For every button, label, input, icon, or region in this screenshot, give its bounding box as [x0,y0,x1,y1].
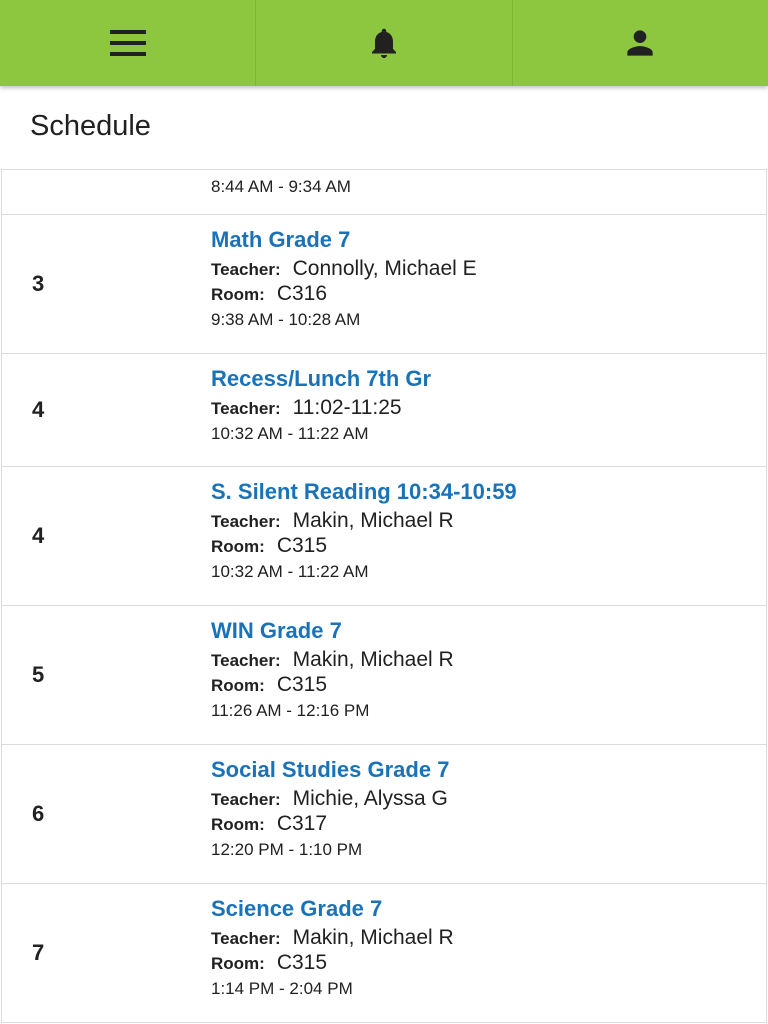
class-time: 11:26 AM - 12:16 PM [211,701,370,720]
period-number: 4 [32,397,45,422]
teacher-line: Teacher: Makin, Michael R [211,507,517,534]
teacher-name: Makin, Michael R [292,648,454,671]
schedule-row: 4 Recess/Lunch 7th Gr Teacher: 11:02-11:2… [1,354,767,467]
room-line: Room: C315 [211,671,454,698]
room-number: C315 [276,951,328,974]
teacher-label: Teacher: [211,651,281,670]
room-label: Room: [211,815,265,834]
teacher-line: Teacher: Michie, Alyssa G [211,785,449,812]
teacher-name: Connolly, Michael E [292,257,477,280]
class-time: 10:32 AM - 11:22 AM [211,562,369,581]
schedule-row: 4 S. Silent Reading 10:34-10:59 Teacher:… [1,467,767,606]
teacher-name: 11:02-11:25 [292,396,402,419]
room-label: Room: [211,537,265,556]
room-number: C316 [276,282,328,305]
room-label: Room: [211,676,265,695]
teacher-name: Makin, Michael R [292,509,454,532]
teacher-name: Makin, Michael R [292,926,454,949]
room-line: Room: C315 [211,949,454,976]
room-line: Room: C317 [211,810,449,837]
class-time: 1:14 PM - 2:04 PM [211,979,353,998]
schedule-row: 7 Science Grade 7 Teacher: Makin, Michael… [1,884,767,1023]
room-number: C315 [276,673,328,696]
course-link[interactable]: S. Silent Reading 10:34-10:59 [211,479,517,507]
course-link[interactable]: Science Grade 7 [211,896,454,924]
notifications-button[interactable] [256,0,513,86]
menu-icon [109,30,146,56]
teacher-line: Teacher: 11:02-11:25 [211,394,431,421]
period-number: 4 [32,523,45,548]
menu-button[interactable] [0,0,257,86]
schedule-list: 8:44 AM - 9:34 AM 3 Math Grade 7 Teacher… [1,169,767,1023]
room-line: Room: C315 [211,532,517,559]
schedule-row: 6 Social Studies Grade 7 Teacher: Michie,… [1,745,767,884]
class-time: 12:20 PM - 1:10 PM [211,840,363,859]
room-label: Room: [211,285,265,304]
room-number: C315 [276,534,328,557]
class-time: 9:38 AM - 10:28 AM [211,310,361,329]
teacher-label: Teacher: [211,399,281,418]
class-time: 10:32 AM - 11:22 AM [211,424,369,443]
period-number: 6 [32,801,45,826]
schedule-row-partial: 8:44 AM - 9:34 AM [1,170,767,215]
account-button[interactable] [513,0,768,86]
schedule-row: 3 Math Grade 7 Teacher: Connolly, Michael… [1,215,767,354]
schedule-row: 5 WIN Grade 7 Teacher: Makin, Michael R R… [1,606,767,745]
teacher-line: Teacher: Connolly, Michael E [211,255,477,282]
class-time: 8:44 AM - 9:34 AM [211,177,351,196]
course-link[interactable]: Social Studies Grade 7 [211,757,449,785]
course-link[interactable]: WIN Grade 7 [211,618,454,646]
room-line: Room: C316 [211,280,477,307]
teacher-line: Teacher: Makin, Michael R [211,646,454,673]
top-navigation-bar [0,0,768,86]
teacher-label: Teacher: [211,512,281,531]
period-number: 5 [32,662,45,687]
teacher-label: Teacher: [211,929,281,948]
course-link[interactable]: Recess/Lunch 7th Gr [211,366,431,394]
bell-icon [371,28,396,58]
course-link[interactable]: Math Grade 7 [211,227,477,255]
teacher-name: Michie, Alyssa G [292,787,448,810]
user-icon [627,30,653,56]
teacher-label: Teacher: [211,790,281,809]
room-number: C317 [276,812,328,835]
teacher-line: Teacher: Makin, Michael R [211,924,454,951]
period-number: 3 [32,271,45,296]
page-title: Schedule [30,110,151,142]
room-label: Room: [211,954,265,973]
teacher-label: Teacher: [211,260,281,279]
period-number: 7 [32,940,45,965]
